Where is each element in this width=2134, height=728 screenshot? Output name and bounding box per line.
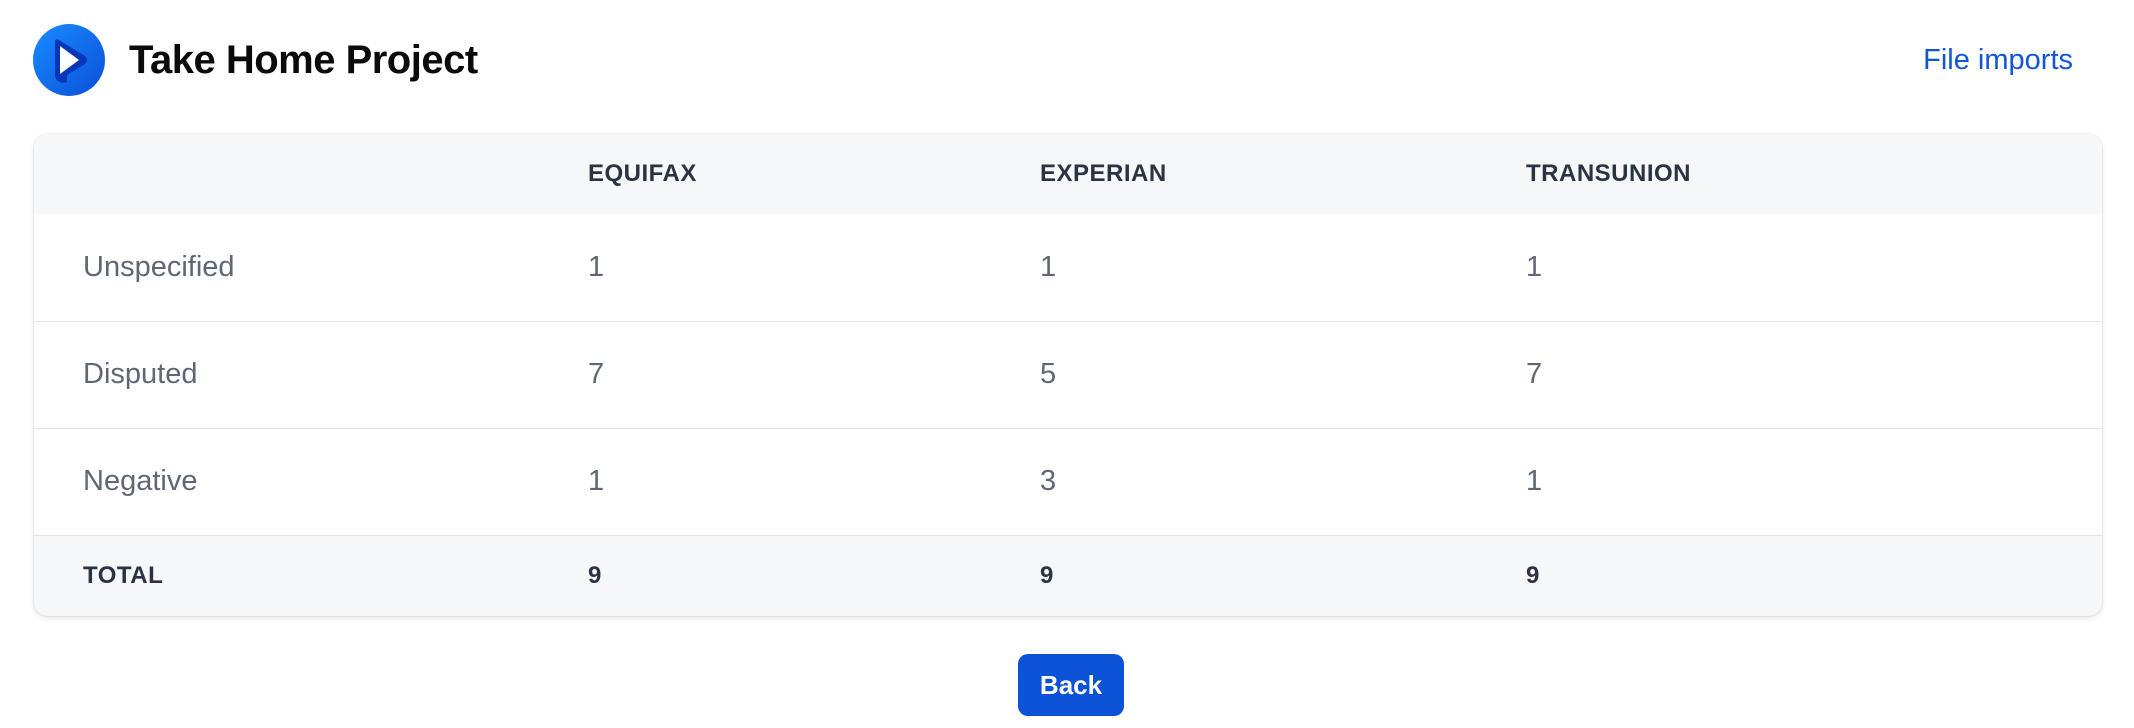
column-header-label	[34, 134, 588, 214]
cell-experian: 1	[1040, 250, 1057, 283]
total-transunion: 9	[1526, 561, 1540, 589]
cell-transunion: 7	[1526, 358, 1543, 390]
cell-experian: 3	[1040, 465, 1057, 497]
summary-table-card: EQUIFAX EXPERIAN TRANSUNION Unspecified …	[34, 134, 2102, 616]
table-row: Unspecified 1 1 1	[34, 214, 2102, 321]
cell-equifax: 7	[588, 358, 605, 390]
cell-experian: 5	[1040, 358, 1057, 390]
cell-equifax: 1	[588, 250, 605, 283]
back-button[interactable]: Back	[1018, 654, 1124, 716]
cell-transunion: 1	[1526, 465, 1543, 497]
brand: Take Home Project	[33, 24, 478, 96]
total-row: TOTAL 9 9 9	[34, 535, 2102, 616]
row-label: Disputed	[83, 358, 198, 390]
table-row: Disputed 7 5 7	[34, 321, 2102, 428]
cell-equifax: 1	[588, 465, 605, 497]
row-label: Unspecified	[83, 250, 235, 283]
summary-table: EQUIFAX EXPERIAN TRANSUNION Unspecified …	[34, 134, 2102, 616]
total-label: TOTAL	[83, 561, 164, 589]
page-header: Take Home Project File imports	[33, 24, 2101, 96]
table-row: Negative 1 3 1	[34, 428, 2102, 535]
total-experian: 9	[1040, 561, 1054, 589]
file-imports-link[interactable]: File imports	[1923, 44, 2073, 77]
app-title: Take Home Project	[129, 37, 478, 82]
column-header-experian: EXPERIAN	[1040, 160, 1167, 187]
table-header-row: EQUIFAX EXPERIAN TRANSUNION	[34, 134, 2102, 214]
play-icon	[33, 24, 105, 96]
column-header-equifax: EQUIFAX	[588, 160, 697, 187]
row-label: Negative	[83, 465, 198, 497]
cell-transunion: 1	[1526, 250, 1543, 283]
total-equifax: 9	[588, 561, 602, 589]
column-header-transunion: TRANSUNION	[1526, 160, 1691, 187]
